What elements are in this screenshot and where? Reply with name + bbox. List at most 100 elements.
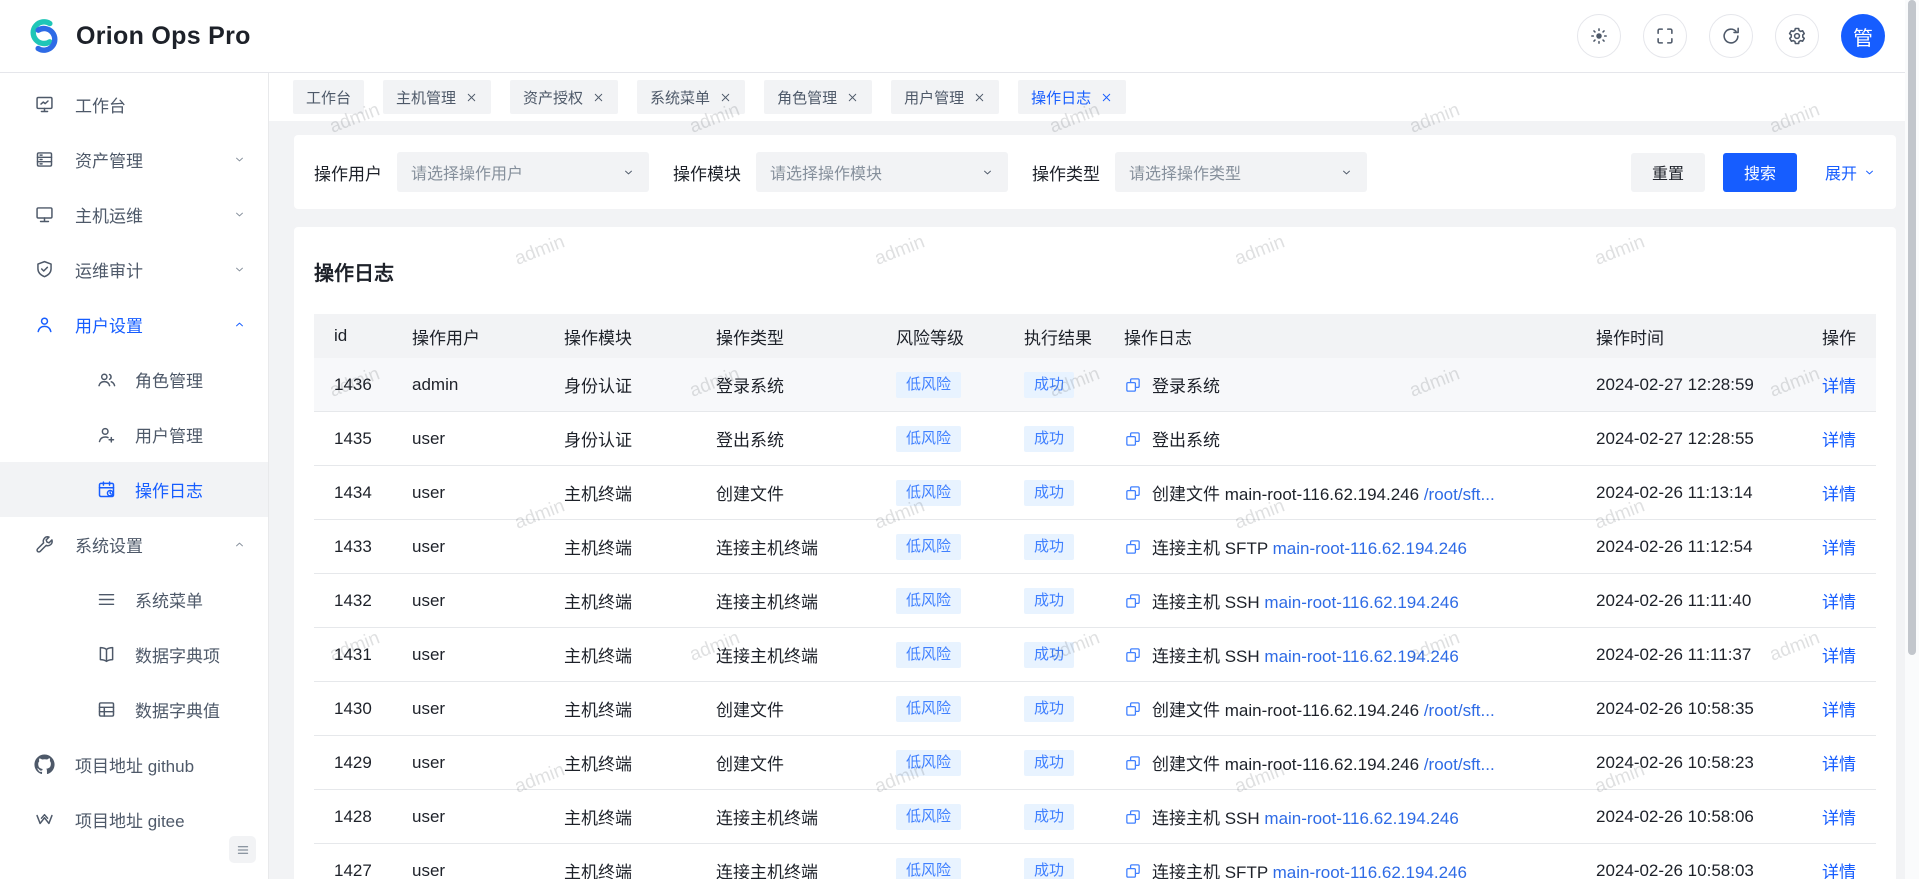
- log-link[interactable]: main-root-116.62.194.246: [1273, 863, 1467, 879]
- page-scrollbar[interactable]: [1905, 0, 1919, 879]
- log-link[interactable]: main-root-116.62.194.246: [1264, 809, 1458, 828]
- refresh-button[interactable]: [1709, 14, 1753, 58]
- cell-action: 详情: [1798, 696, 1876, 721]
- sidebar-item-dict-value[interactable]: 数据字典值: [0, 682, 268, 737]
- result-badge: 成功: [1024, 642, 1074, 668]
- copy-icon[interactable]: [1124, 646, 1142, 664]
- tab-close-icon[interactable]: [846, 91, 859, 104]
- copy-icon: [1124, 754, 1142, 772]
- log-text: 连接主机 SSH main-root-116.62.194.246: [1152, 804, 1459, 829]
- sidebar-item-system-settings[interactable]: 系统设置: [0, 517, 268, 572]
- tab-host-mgmt[interactable]: 主机管理: [383, 80, 491, 114]
- menu-lines-icon: [96, 589, 117, 610]
- sidebar-item-workbench[interactable]: 工作台: [0, 77, 268, 132]
- detail-link[interactable]: 详情: [1822, 863, 1856, 879]
- tab-close-icon[interactable]: [719, 91, 732, 104]
- copy-icon[interactable]: [1124, 700, 1142, 718]
- sidebar-item-asset-mgmt[interactable]: 资产管理: [0, 132, 268, 187]
- log-text: 创建文件 main-root-116.62.194.246 /root/sft.…: [1152, 750, 1495, 775]
- copy-icon: [1124, 862, 1142, 879]
- sidebar-item-host-ops[interactable]: 主机运维: [0, 187, 268, 242]
- close-icon: [846, 91, 859, 104]
- copy-icon[interactable]: [1124, 808, 1142, 826]
- sidebar-item-role-mgmt[interactable]: 角色管理: [0, 352, 268, 407]
- tab-operation-log[interactable]: 操作日志: [1018, 80, 1126, 114]
- log-link[interactable]: main-root-116.62.194.246: [1273, 539, 1467, 558]
- tab-workbench[interactable]: 工作台: [293, 80, 364, 114]
- sidebar-item-github[interactable]: 项目地址 github: [0, 737, 268, 792]
- column-header-risk: 风险等级: [888, 324, 1016, 349]
- tab-close-icon[interactable]: [1100, 91, 1113, 104]
- op-module-select[interactable]: 请选择操作模块: [756, 152, 1008, 192]
- log-link[interactable]: /root/sft...: [1424, 485, 1495, 504]
- log-link[interactable]: /root/sft...: [1424, 755, 1495, 774]
- copy-icon[interactable]: [1124, 376, 1142, 394]
- copy-icon[interactable]: [1124, 592, 1142, 610]
- sidebar-item-user-settings[interactable]: 用户设置: [0, 297, 268, 352]
- op-user-select[interactable]: 请选择操作用户: [397, 152, 649, 192]
- detail-link[interactable]: 详情: [1822, 593, 1856, 612]
- log-link[interactable]: main-root-116.62.194.246: [1264, 647, 1458, 666]
- tab-close-icon[interactable]: [973, 91, 986, 104]
- cell-action: 详情: [1798, 534, 1876, 559]
- tab-label: 角色管理: [777, 87, 837, 108]
- reset-button[interactable]: 重置: [1631, 153, 1705, 192]
- copy-icon[interactable]: [1124, 754, 1142, 772]
- app-logo: Orion Ops Pro: [24, 16, 251, 56]
- tab-close-icon[interactable]: [592, 91, 605, 104]
- tab-system-menu[interactable]: 系统菜单: [637, 80, 745, 114]
- avatar[interactable]: 管: [1841, 14, 1885, 58]
- detail-link[interactable]: 详情: [1822, 431, 1856, 450]
- sidebar-item-operation-log[interactable]: 操作日志: [0, 462, 268, 517]
- cell-user: user: [404, 429, 556, 449]
- search-button[interactable]: 搜索: [1723, 153, 1797, 192]
- log-text: 登录系统: [1152, 372, 1220, 397]
- cell-risk: 低风险: [888, 750, 1016, 776]
- cell-type: 创建文件: [708, 480, 888, 505]
- result-badge: 成功: [1024, 480, 1074, 506]
- copy-icon[interactable]: [1124, 430, 1142, 448]
- sidebar-item-system-menu[interactable]: 系统菜单: [0, 572, 268, 627]
- table-grid-icon: [96, 699, 117, 720]
- log-text: 连接主机 SFTP main-root-116.62.194.246: [1152, 534, 1467, 559]
- sidebar-item-gitee[interactable]: 项目地址 gitee: [0, 792, 268, 847]
- table-row: 1427user主机终端连接主机终端低风险成功连接主机 SFTP main-ro…: [314, 844, 1876, 879]
- detail-link[interactable]: 详情: [1822, 485, 1856, 504]
- detail-link[interactable]: 详情: [1822, 539, 1856, 558]
- tab-close-icon[interactable]: [465, 91, 478, 104]
- theme-button[interactable]: [1577, 14, 1621, 58]
- result-badge: 成功: [1024, 372, 1074, 398]
- sidebar-item-ops-audit[interactable]: 运维审计: [0, 242, 268, 297]
- chevron-down-icon: [233, 153, 246, 166]
- log-link[interactable]: main-root-116.62.194.246: [1264, 593, 1458, 612]
- settings-button[interactable]: [1775, 14, 1819, 58]
- table-row: 1435user身份认证登出系统低风险成功登出系统2024-02-27 12:2…: [314, 412, 1876, 466]
- result-badge: 成功: [1024, 750, 1074, 776]
- copy-icon[interactable]: [1124, 484, 1142, 502]
- detail-link[interactable]: 详情: [1822, 809, 1856, 828]
- sidebar-collapse-button[interactable]: [229, 836, 256, 863]
- cell-module: 主机终端: [556, 534, 708, 559]
- fullscreen-button[interactable]: [1643, 14, 1687, 58]
- sun-icon: [1588, 25, 1610, 47]
- scrollbar-thumb[interactable]: [1908, 0, 1916, 655]
- expand-toggle[interactable]: 展开: [1825, 160, 1876, 184]
- copy-icon[interactable]: [1124, 862, 1142, 879]
- detail-link[interactable]: 详情: [1822, 377, 1856, 396]
- detail-link[interactable]: 详情: [1822, 647, 1856, 666]
- tab-user-mgmt[interactable]: 用户管理: [891, 80, 999, 114]
- tab-role-mgmt[interactable]: 角色管理: [764, 80, 872, 114]
- risk-badge: 低风险: [896, 372, 961, 398]
- tab-asset-auth[interactable]: 资产授权: [510, 80, 618, 114]
- github-icon: [34, 754, 55, 775]
- copy-icon[interactable]: [1124, 538, 1142, 556]
- op-type-select[interactable]: 请选择操作类型: [1115, 152, 1367, 192]
- sidebar-item-user-mgmt[interactable]: 用户管理: [0, 407, 268, 462]
- detail-link[interactable]: 详情: [1822, 755, 1856, 774]
- chevron-up-icon: [233, 318, 246, 331]
- sidebar-item-dict-item[interactable]: 数据字典项: [0, 627, 268, 682]
- result-badge: 成功: [1024, 858, 1074, 879]
- wrench-icon: [34, 534, 55, 555]
- detail-link[interactable]: 详情: [1822, 701, 1856, 720]
- log-link[interactable]: /root/sft...: [1424, 701, 1495, 720]
